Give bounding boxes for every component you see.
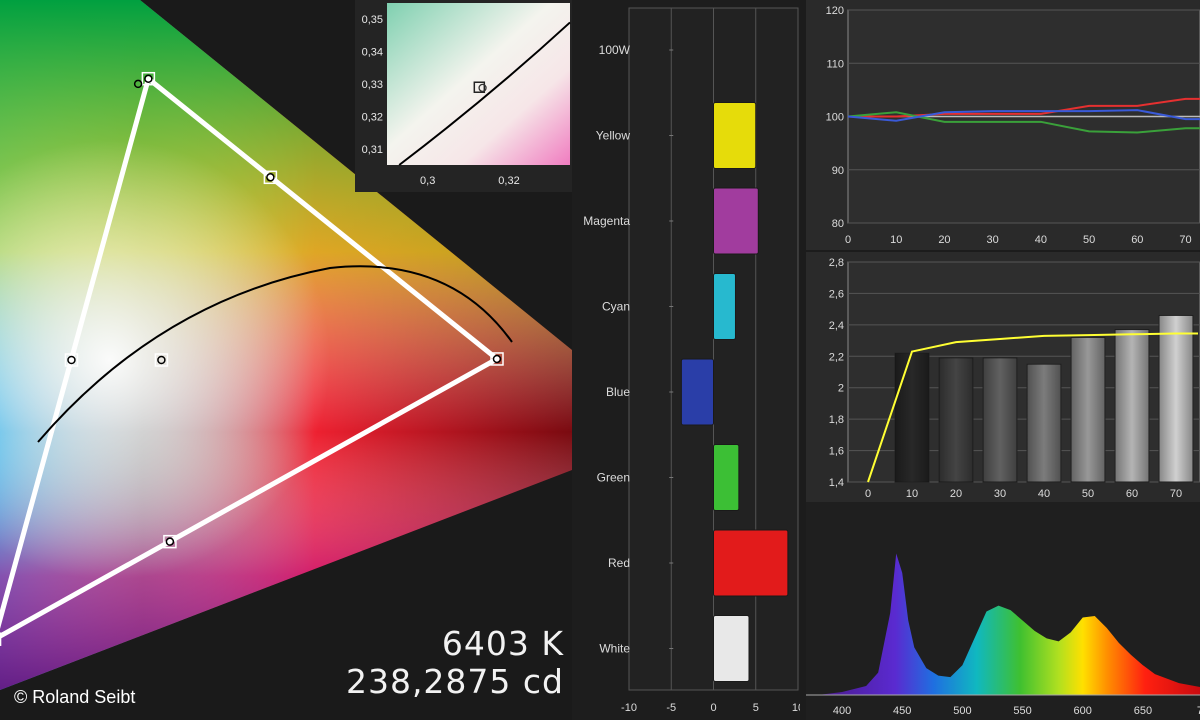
gamma-y-tick: 1,8: [829, 414, 844, 426]
inset-y-tick: 0,31: [362, 144, 383, 156]
gamma-y-tick: 2,8: [829, 257, 844, 269]
white-point-zoom-svg: 0,35 0,34 0,33 0,32 0,31 0,3 0,32: [362, 3, 571, 187]
delta-bar-red: [713, 529, 789, 597]
luminance-readout: 238,2875 cd: [345, 662, 564, 701]
rgb-x-tick: 40: [1035, 234, 1047, 246]
rgb-y-tick: 100: [826, 112, 844, 124]
delta-bar-yellow: [713, 102, 757, 169]
gamma-x-tick: 70: [1170, 488, 1182, 500]
rgb-x-tick: 70: [1179, 234, 1191, 246]
delta-x-tick: 10: [792, 702, 800, 714]
color-temperature-readout: 6403 K: [441, 624, 564, 663]
blue-target-marker: [0, 632, 2, 646]
gamma-y-tick: 1,4: [829, 477, 844, 489]
gamma-x-tick: 30: [994, 488, 1006, 500]
delta-category-label: Cyan: [602, 300, 630, 314]
rgb-x-tick: 20: [938, 234, 950, 246]
spectrum-x-tick: 600: [1074, 705, 1092, 717]
delta-category-label: White: [599, 642, 630, 656]
gamma-bar-shade: [939, 357, 973, 482]
gamma-bar-shade: [1071, 337, 1105, 482]
gamma-x-tick: 40: [1038, 488, 1050, 500]
rgb-x-tick: 10: [890, 234, 902, 246]
copyright-notice: © Roland Seibt: [14, 687, 136, 707]
rgb-balance-chart: 120 110 100 90 80 0 10 20 30 40 50 60 70: [806, 0, 1200, 250]
delta-bar-magenta: [713, 187, 759, 255]
delta-x-tick: 5: [753, 702, 759, 714]
gamma-y-tick: 2,4: [829, 320, 844, 332]
gamma-bar-shade: [1115, 329, 1149, 482]
spectrum-x-tick: 500: [953, 705, 971, 717]
delta-category-label: Magenta: [583, 214, 630, 228]
rgb-y-tick: 120: [826, 5, 844, 17]
gamma-bar-shade: [1159, 315, 1193, 482]
delta-bar-green: [713, 444, 740, 511]
gamma-x-tick: 10: [906, 488, 918, 500]
inset-x-tick: 0,32: [498, 175, 519, 187]
rgb-y-tick: 80: [832, 218, 844, 230]
delta-category-label: Green: [597, 471, 630, 485]
delta-x-tick: 0: [710, 702, 716, 714]
delta-category-label: 100W: [599, 43, 631, 57]
delta-category-label: Red: [608, 556, 630, 570]
rgb-x-tick: 60: [1131, 234, 1143, 246]
gamma-x-tick: 0: [865, 488, 871, 500]
delta-e-chart: -10 -5 0 5 10 100W Yellow Magenta Cyan Blue Green R…: [572, 0, 800, 720]
gamma-bar-shade: [983, 357, 1017, 482]
rgb-x-tick: 0: [845, 234, 851, 246]
rgb-balance-svg: 120 110 100 90 800 10 20 30 40 50 60 70: [826, 5, 1200, 246]
delta-category-label: Blue: [606, 385, 630, 399]
rgb-y-tick: 110: [826, 58, 844, 70]
inset-y-tick: 0,33: [362, 79, 383, 91]
spectrum-x-tick: 550: [1013, 705, 1031, 717]
gamma-y-tick: 2,6: [829, 288, 844, 300]
delta-x-tick: -5: [666, 702, 676, 714]
delta-bar-cyan: [713, 273, 736, 340]
spectrum-x-tick: 450: [893, 705, 911, 717]
white-point-zoom-chart: 0,35 0,34 0,33 0,32 0,31 0,3 0,32: [355, 0, 572, 192]
spectrum-chart: 40045050055060065070: [806, 502, 1200, 720]
gamma-y-tick: 1,6: [829, 446, 844, 458]
delta-category-label: Yellow: [596, 129, 631, 143]
inset-y-tick: 0,35: [362, 14, 383, 26]
gamma-y-tick: 2: [838, 383, 844, 395]
spectrum-area: [818, 553, 1200, 695]
gamma-x-tick: 50: [1082, 488, 1094, 500]
inset-x-tick: 0,3: [420, 175, 435, 187]
delta-e-svg: -10 -5 0 5 10 100W Yellow Magenta Cyan Blue Green R…: [583, 7, 800, 714]
gamma-x-tick: 60: [1126, 488, 1138, 500]
gamma-svg: 2,8 2,6 2,4 2,2 2 1,8 1,6 1,4 0 10 20 30 40 50 60 70: [829, 257, 1200, 500]
spectrum-x-tick: 400: [833, 705, 851, 717]
delta-bar-white: [713, 615, 750, 682]
inset-y-tick: 0,32: [362, 111, 383, 123]
rgb-x-tick: 50: [1083, 234, 1095, 246]
delta-bar-blue: [680, 358, 714, 426]
gamma-chart: 2,8 2,6 2,4 2,2 2 1,8 1,6 1,4 0 10 20 30 40 50 60 70: [806, 252, 1200, 502]
inset-y-tick: 0,34: [362, 47, 383, 59]
gamma-y-tick: 2,2: [829, 351, 844, 363]
spectrum-x-tick: 650: [1134, 705, 1152, 717]
gamma-x-tick: 20: [950, 488, 962, 500]
gamma-bar-shade: [1027, 364, 1061, 482]
rgb-x-tick: 30: [987, 234, 999, 246]
delta-x-tick: -10: [621, 702, 637, 714]
spectrum-svg: 40045050055060065070: [806, 553, 1200, 717]
gamma-bar-shade: [895, 353, 929, 482]
rgb-y-tick: 90: [832, 165, 844, 177]
